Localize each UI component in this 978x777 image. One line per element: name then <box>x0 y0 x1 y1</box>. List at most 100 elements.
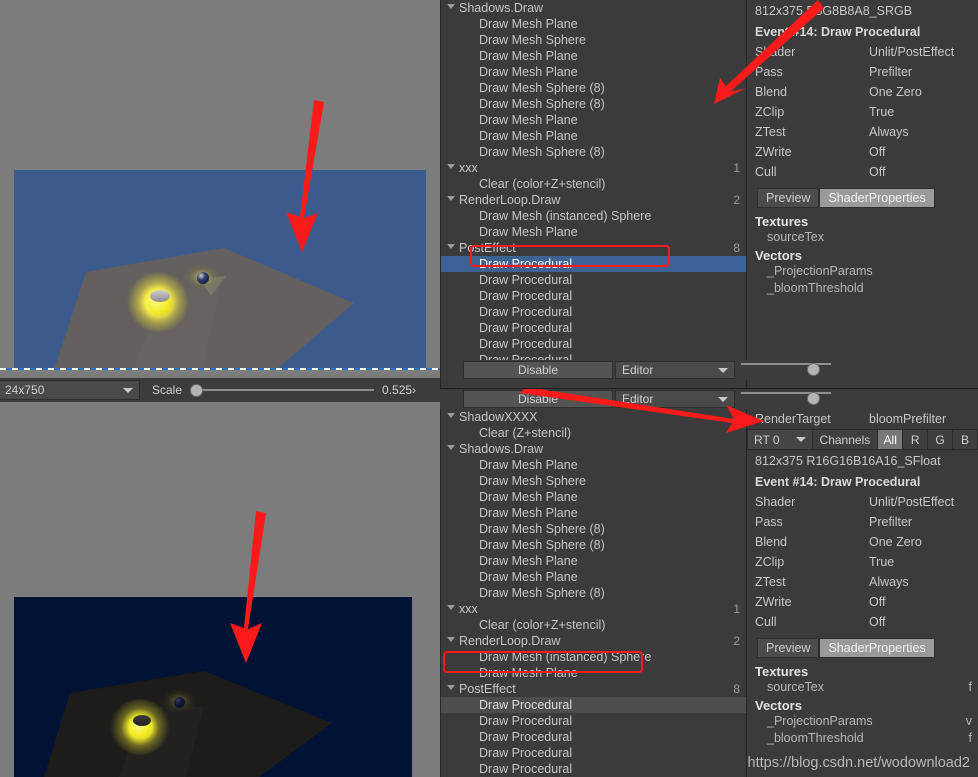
tree-row[interactable]: Draw Mesh Plane <box>441 16 746 32</box>
channel-button-all[interactable]: All <box>878 429 904 450</box>
tree-row[interactable]: Draw Procedural <box>441 256 746 272</box>
tree-row[interactable]: Draw Mesh Plane <box>441 128 746 144</box>
disclosure-triangle-icon[interactable] <box>447 445 455 450</box>
viewport-toolbar[interactable]: 24x750 Scale 0.525› <box>0 378 440 402</box>
scene-emissive-sphere-cap-dark <box>133 715 151 726</box>
tree-row[interactable]: Draw Procedural <box>441 336 746 352</box>
shader-property-row: sourceTex <box>747 229 978 246</box>
disclosure-triangle-icon[interactable] <box>447 196 455 201</box>
tree-row[interactable]: Clear (color+Z+stencil) <box>441 617 746 633</box>
tree-row[interactable]: Draw Mesh Sphere (8) <box>441 537 746 553</box>
top-frame-viewport[interactable] <box>0 0 440 388</box>
inspector-row-value: Off <box>869 615 886 629</box>
tree-row[interactable]: Draw Mesh Plane <box>441 457 746 473</box>
shader-property-row: sourceTex f <box>747 679 978 696</box>
disclosure-triangle-icon[interactable] <box>447 244 455 249</box>
disclosure-triangle-icon[interactable] <box>447 413 455 418</box>
bottom-rt-channel-bar[interactable]: RT 0 Channels All R G B <box>747 429 978 450</box>
tree-row[interactable]: Draw Mesh Sphere (8) <box>441 80 746 96</box>
top-inspector-tabs[interactable]: Preview ShaderProperties <box>757 188 978 208</box>
tree-row[interactable]: Draw Mesh Plane <box>441 665 746 681</box>
disclosure-triangle-icon[interactable] <box>447 164 455 169</box>
bottom-panel-toolbar[interactable]: Disable Editor <box>441 389 978 409</box>
tree-row[interactable]: Draw Procedural <box>441 761 746 777</box>
scale-slider-knob[interactable] <box>190 383 204 397</box>
resolution-dropdown[interactable]: 24x750 <box>0 380 140 400</box>
editor-dropdown-top[interactable]: Editor <box>615 361 735 379</box>
tab-preview-top[interactable]: Preview <box>757 188 820 208</box>
shader-property-row: _ProjectionParams v <box>747 713 978 730</box>
tree-row[interactable]: Draw Mesh Sphere <box>441 32 746 48</box>
disable-button-bottom[interactable]: Disable <box>463 390 613 408</box>
tree-row[interactable]: Draw Mesh Sphere (8) <box>441 96 746 112</box>
tree-row[interactable]: Draw Mesh Plane <box>441 64 746 80</box>
tree-row[interactable]: Draw Mesh Sphere (8) <box>441 585 746 601</box>
tab-shader-properties-bottom[interactable]: ShaderProperties <box>819 638 935 658</box>
tree-row[interactable]: Draw Mesh (instanced) Sphere <box>441 649 746 665</box>
top-event-inspector: 812x375 R8G8B8A8_SRGB Event #14: Draw Pr… <box>747 0 978 388</box>
scale-slider-track[interactable] <box>198 389 375 391</box>
tree-row[interactable]: Draw Mesh Plane <box>441 224 746 240</box>
tree-row-label: Draw Procedural <box>479 321 573 335</box>
tree-row[interactable]: PostEffect 8 <box>441 240 746 256</box>
application-window: Shadows.Draw Draw Mesh Plane Draw Mesh Sph… <box>0 0 978 777</box>
tree-row[interactable]: Draw Procedural <box>441 729 746 745</box>
editor-dropdown-bottom[interactable]: Editor <box>615 390 735 408</box>
tree-row[interactable]: Draw Procedural <box>441 288 746 304</box>
tree-row[interactable]: Draw Procedural <box>441 697 746 713</box>
top-event-title: Event #14: Draw Procedural <box>755 25 921 39</box>
tree-row[interactable]: RenderLoop.Draw 2 <box>441 192 746 208</box>
tab-shader-properties-top[interactable]: ShaderProperties <box>819 188 935 208</box>
disclosure-triangle-icon[interactable] <box>447 637 455 642</box>
rt-select-dropdown[interactable]: RT 0 <box>747 429 813 450</box>
tab-preview-bottom[interactable]: Preview <box>757 638 820 658</box>
inspector-row-key: ZClip <box>755 555 785 569</box>
disable-button-top[interactable]: Disable <box>463 361 613 379</box>
editor-dropdown-label-top: Editor <box>622 363 654 377</box>
tree-row[interactable]: ShadowXXXX 1 <box>441 409 746 425</box>
tree-row[interactable]: Draw Mesh Plane <box>441 112 746 128</box>
top-frame-debugger-tree[interactable]: Shadows.Draw Draw Mesh Plane Draw Mesh Sph… <box>441 0 746 388</box>
bottom-inspector-tabs[interactable]: Preview ShaderProperties <box>757 638 978 658</box>
disclosure-triangle-icon[interactable] <box>447 685 455 690</box>
top-panel-toolbar[interactable]: Disable Editor <box>441 360 978 380</box>
tree-row-label: Draw Mesh Sphere (8) <box>479 81 605 95</box>
tree-row[interactable]: Draw Mesh Sphere (8) <box>441 144 746 160</box>
channel-button-b[interactable]: B <box>953 429 978 450</box>
tree-row[interactable]: Clear (color+Z+stencil) <box>441 176 746 192</box>
tree-row[interactable]: xxx 1 <box>441 160 746 176</box>
tree-row[interactable]: Draw Mesh Sphere (8) <box>441 521 746 537</box>
top-textures-header: Textures <box>755 214 809 229</box>
tree-row[interactable]: Shadows.Draw <box>441 441 746 457</box>
tree-row[interactable]: Clear (Z+stencil) <box>441 425 746 441</box>
tree-row[interactable]: Draw Mesh Plane <box>441 48 746 64</box>
channel-button-r[interactable]: R <box>903 429 929 450</box>
channel-button-g[interactable]: G <box>928 429 954 450</box>
tree-row-count: 8 <box>733 241 740 255</box>
tree-row[interactable]: Draw Mesh (instanced) Sphere <box>441 208 746 224</box>
scale-slider[interactable] <box>190 383 375 397</box>
tree-row[interactable]: Draw Procedural <box>441 272 746 288</box>
disclosure-triangle-icon[interactable] <box>447 605 455 610</box>
bottom-frame-debugger-tree[interactable]: ShadowXXXX 1 Clear (Z+stencil) Shadows.Draw… <box>441 409 746 777</box>
tree-row[interactable]: Draw Mesh Plane <box>441 569 746 585</box>
tree-row[interactable]: Draw Procedural <box>441 304 746 320</box>
tree-row[interactable]: Draw Mesh Plane <box>441 505 746 521</box>
tree-row[interactable]: Draw Mesh Sphere <box>441 473 746 489</box>
inspector-row-value: Always <box>869 125 909 139</box>
tree-row[interactable]: Draw Procedural <box>441 713 746 729</box>
tree-row[interactable]: Draw Mesh Plane <box>441 553 746 569</box>
bottom-frame-viewport[interactable] <box>0 389 440 777</box>
disclosure-triangle-icon[interactable] <box>447 4 455 9</box>
top-toolbar-slider[interactable] <box>741 363 831 377</box>
tree-row[interactable]: Draw Procedural <box>441 745 746 761</box>
tree-row-label: Draw Mesh (instanced) Sphere <box>479 209 652 223</box>
tree-row[interactable]: Draw Mesh Plane <box>441 489 746 505</box>
top-format-row: 812x375 R8G8B8A8_SRGB <box>747 0 978 22</box>
tree-row[interactable]: Shadows.Draw <box>441 0 746 16</box>
tree-row[interactable]: RenderLoop.Draw 2 <box>441 633 746 649</box>
tree-row[interactable]: xxx 1 <box>441 601 746 617</box>
tree-row[interactable]: PostEffect 8 <box>441 681 746 697</box>
tree-row[interactable]: Draw Procedural <box>441 320 746 336</box>
bottom-toolbar-slider[interactable] <box>741 392 831 406</box>
